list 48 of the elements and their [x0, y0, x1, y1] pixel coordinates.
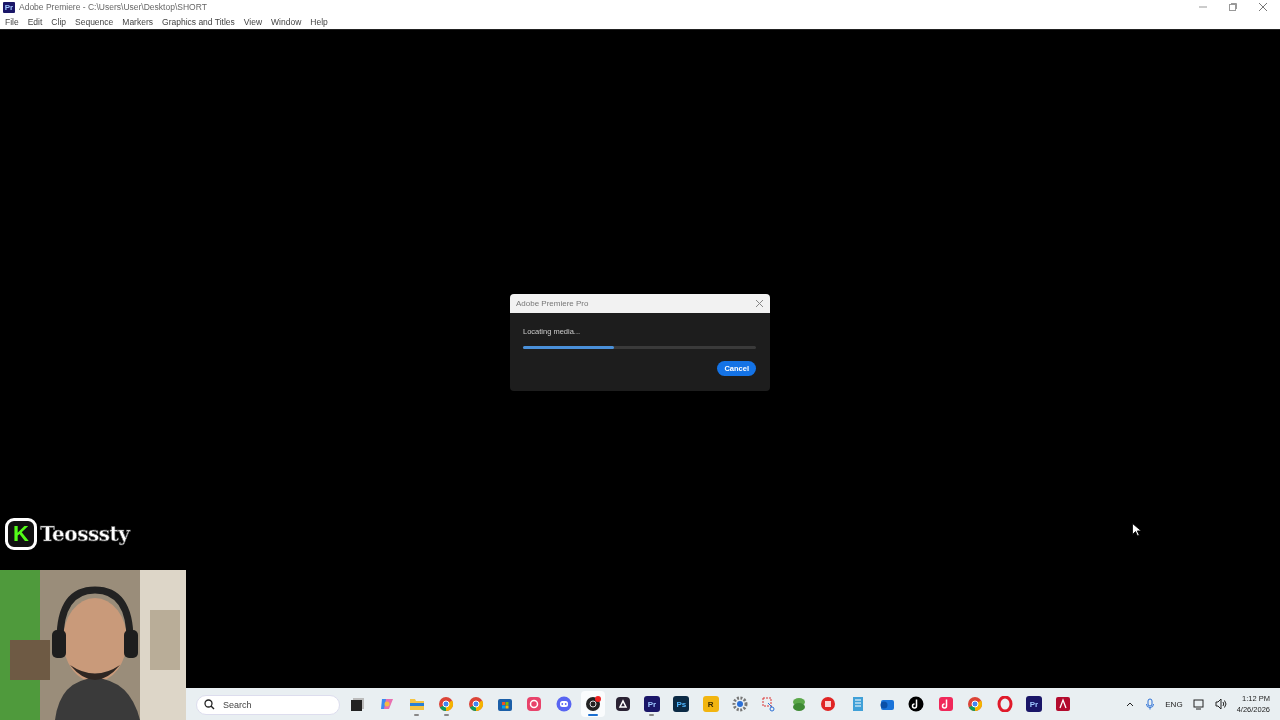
browser-icon — [467, 696, 484, 712]
network-icon[interactable] — [1192, 698, 1205, 710]
taskbar-button[interactable]: Ps — [669, 691, 694, 717]
record-icon — [585, 696, 602, 712]
channel-name: Teosssty — [40, 522, 130, 546]
swirl-icon — [379, 696, 396, 712]
window-title: Adobe Premiere - C:\Users\User\Desktop\SHORT — [19, 2, 207, 12]
window-icon — [350, 696, 366, 712]
menu-item[interactable]: Window — [271, 16, 302, 27]
menu-item[interactable]: Sequence — [75, 16, 114, 27]
menu-item[interactable]: Markers — [122, 16, 153, 27]
cursor-icon — [1132, 523, 1141, 537]
language-indicator[interactable]: ENG — [1165, 699, 1183, 709]
microphone-icon[interactable] — [1145, 698, 1156, 710]
volume-icon[interactable] — [1214, 698, 1227, 710]
document-icon — [1055, 696, 1072, 712]
close-icon[interactable] — [1258, 2, 1268, 12]
browser-icon — [967, 696, 984, 712]
taskbar-button[interactable]: Pr — [1022, 691, 1046, 717]
scissors-icon — [761, 696, 778, 712]
app-icon — [526, 696, 543, 712]
app-icon: Pr — [3, 1, 15, 13]
close-icon[interactable] — [755, 299, 764, 308]
search-icon — [204, 699, 215, 710]
music-note-icon — [908, 696, 925, 712]
taskbar-button[interactable]: Pr — [639, 691, 664, 717]
app-icon — [820, 696, 837, 712]
restore-icon[interactable] — [1228, 2, 1238, 12]
menu-item[interactable]: File — [5, 16, 19, 27]
taskbar-button[interactable]: R — [698, 691, 723, 717]
browser-icon — [438, 696, 455, 712]
menu-item[interactable]: Clip — [51, 16, 66, 27]
search-field[interactable]: Search — [196, 695, 340, 715]
ring-icon — [996, 696, 1013, 712]
coins-icon — [790, 696, 807, 712]
chat-icon — [555, 696, 572, 712]
cloud-icon — [614, 696, 631, 712]
logo: K — [5, 518, 37, 550]
menu-item[interactable]: Help — [310, 16, 328, 27]
menu-item[interactable]: Edit — [27, 16, 43, 27]
dialog-title: Adobe Premiere Pro — [516, 299, 589, 308]
menu-item[interactable]: View — [243, 16, 263, 27]
store-icon — [496, 696, 513, 712]
settings-icon — [732, 696, 749, 712]
taskbar-button[interactable] — [581, 691, 606, 717]
folder-icon — [408, 696, 425, 712]
menu-item[interactable]: Graphics and Titles — [162, 16, 235, 27]
music-note-icon — [937, 696, 954, 712]
